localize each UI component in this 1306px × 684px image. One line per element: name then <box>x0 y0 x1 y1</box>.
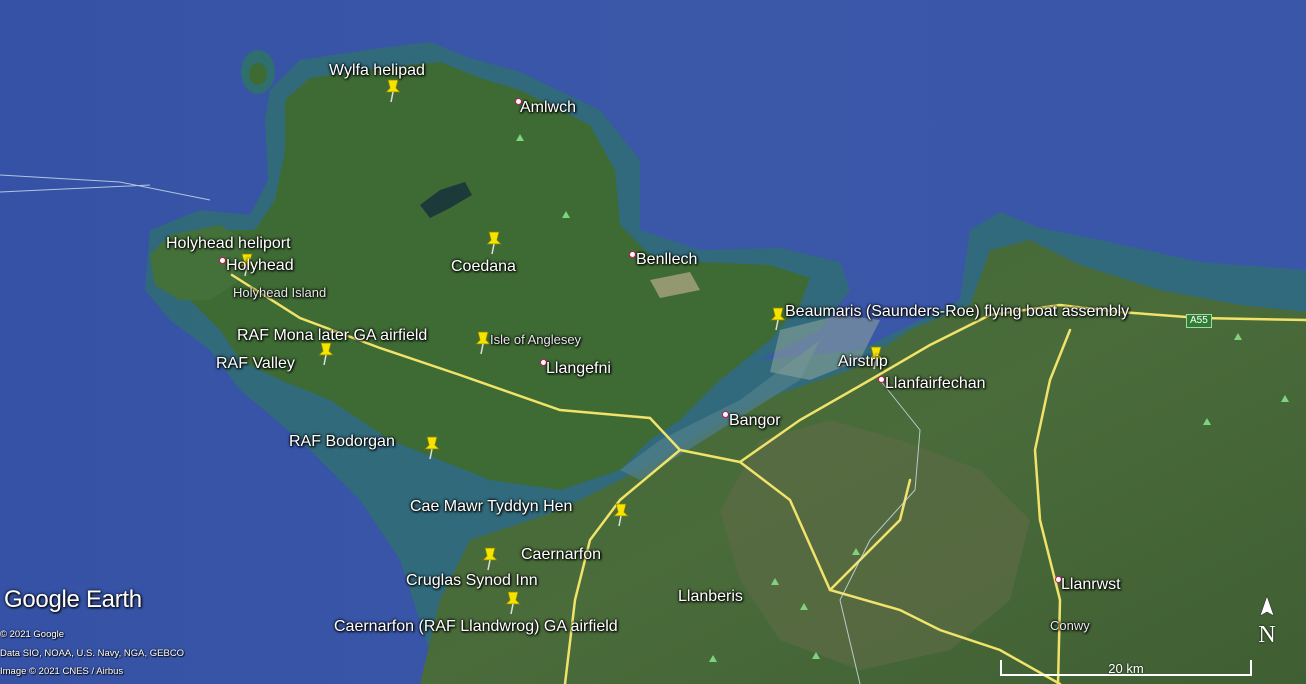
place-label-holyhead-heliport[interactable]: Holyhead heliport <box>166 235 291 253</box>
google-earth-logo: Google Earth <box>4 586 142 613</box>
place-label-raf-mona[interactable]: RAF Mona later GA airfield <box>237 327 427 345</box>
place-label-conwy[interactable]: Conwy <box>1050 618 1090 633</box>
image-credit-text: Image © 2021 CNES / Airbus <box>0 666 124 677</box>
pushpin-icon[interactable] <box>610 502 632 528</box>
compass[interactable]: N <box>1252 594 1282 652</box>
peak-icon <box>812 652 820 659</box>
place-label-llangefni[interactable]: Llangefni <box>546 360 611 378</box>
town-marker <box>629 251 636 258</box>
peak-icon <box>1234 333 1242 340</box>
copyright-text: © 2021 Google <box>0 629 65 640</box>
road-shield-a55: A55 <box>1186 314 1212 328</box>
place-label-holyhead-island[interactable]: Holyhead Island <box>233 285 326 300</box>
peak-icon <box>1203 418 1211 425</box>
pushpin-icon[interactable] <box>421 435 443 461</box>
data-credit-text: Data SIO, NOAA, U.S. Navy, NGA, GEBCO <box>0 648 185 659</box>
town-marker <box>219 257 226 264</box>
peak-icon <box>771 578 779 585</box>
place-label-caernarfon[interactable]: Caernarfon <box>521 546 601 564</box>
place-label-cae-mawr[interactable]: Cae Mawr Tyddyn Hen <box>410 498 572 516</box>
place-label-beaumaris[interactable]: Beaumaris (Saunders-Roe) flying boat ass… <box>785 303 1129 321</box>
place-label-amlwch[interactable]: Amlwch <box>520 99 576 117</box>
place-label-holyhead[interactable]: Holyhead <box>226 257 294 275</box>
islet <box>249 63 267 85</box>
peak-icon <box>562 211 570 218</box>
town-marker <box>878 376 885 383</box>
place-label-llanberis[interactable]: Llanberis <box>678 588 743 606</box>
place-label-caernarfon-ga[interactable]: Caernarfon (RAF Llandwrog) GA airfield <box>334 618 618 636</box>
pushpin-icon[interactable] <box>483 230 505 256</box>
peak-icon <box>800 603 808 610</box>
town-marker <box>722 411 729 418</box>
place-label-airstrip[interactable]: Airstrip <box>838 353 888 371</box>
pushpin-icon[interactable] <box>502 590 524 616</box>
scale-bar: 20 km <box>1000 658 1252 676</box>
place-label-raf-bodorgan[interactable]: RAF Bodorgan <box>289 433 395 451</box>
compass-north-label: N <box>1258 622 1276 648</box>
place-label-llanrwst[interactable]: Llanrwst <box>1061 576 1121 594</box>
peak-icon <box>709 655 717 662</box>
peak-icon <box>516 134 524 141</box>
place-label-llanfairfechan[interactable]: Llanfairfechan <box>885 375 986 393</box>
place-label-bangor[interactable]: Bangor <box>729 412 781 430</box>
scale-bar-label: 20 km <box>1108 661 1144 676</box>
peak-icon <box>1281 395 1289 402</box>
place-label-coedana[interactable]: Coedana <box>451 258 516 276</box>
place-label-isle-of-anglesey[interactable]: Isle of Anglesey <box>490 332 581 347</box>
pushpin-icon[interactable] <box>479 546 501 572</box>
place-label-raf-valley[interactable]: RAF Valley <box>216 355 295 373</box>
place-label-wylfa-helipad[interactable]: Wylfa helipad <box>329 62 425 80</box>
peak-icon <box>852 548 860 555</box>
place-label-cruglas[interactable]: Cruglas Synod Inn <box>406 572 538 590</box>
pushpin-icon[interactable] <box>382 78 404 104</box>
place-label-benllech[interactable]: Benllech <box>636 251 697 269</box>
